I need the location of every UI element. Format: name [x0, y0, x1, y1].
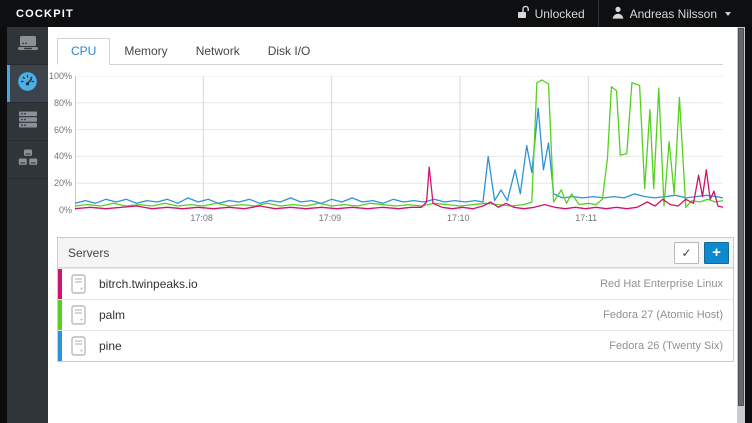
server-os-label: Red Hat Enterprise Linux — [600, 278, 723, 290]
unlock-icon — [517, 5, 529, 22]
y-tick-label: 60% — [54, 125, 72, 135]
tab-network[interactable]: Network — [182, 38, 254, 65]
x-tick-label: 17:09 — [319, 213, 342, 223]
server-name: pine — [99, 339, 122, 353]
scrollbar-thumb[interactable] — [738, 28, 744, 406]
server-color-bar — [58, 300, 62, 330]
plus-icon: + — [712, 245, 721, 260]
server-color-bar — [58, 269, 62, 299]
brand-title: COCKPIT — [16, 8, 74, 20]
sidebar-item-servers[interactable] — [7, 103, 48, 141]
x-axis-labels: 17:08 17:09 17:10 17:11 — [75, 213, 723, 226]
y-tick-label: 20% — [54, 178, 72, 188]
cpu-usage-chart: 0%20%40%60%80%100% 17:0817:0917:1017:11 — [57, 76, 723, 228]
x-tick-label: 17:11 — [575, 213, 597, 223]
x-tick-label: 17:10 — [447, 213, 470, 223]
server-color-bar — [58, 331, 62, 361]
vertical-scrollbar[interactable] — [737, 27, 745, 423]
sidebar-item-dashboard[interactable] — [7, 65, 48, 103]
cluster-icon — [18, 149, 38, 171]
server-icon — [71, 274, 86, 294]
edit-servers-button[interactable]: ✓ — [674, 242, 699, 264]
lock-status-button[interactable]: Unlocked — [504, 0, 598, 27]
chart-svg — [75, 76, 723, 210]
servers-panel: Servers ✓ + bitrch.twinpeaks.io Red Hat … — [57, 237, 734, 362]
dashboard-icon — [17, 71, 38, 97]
graph-tabs: CPU Memory Network Disk I/O — [57, 38, 723, 65]
y-tick-label: 40% — [54, 151, 72, 161]
chart-plot-area — [75, 76, 723, 210]
server-name: bitrch.twinpeaks.io — [99, 277, 198, 291]
y-tick-label: 100% — [49, 71, 72, 81]
tab-disk-io[interactable]: Disk I/O — [254, 38, 325, 65]
tab-memory[interactable]: Memory — [110, 38, 181, 65]
y-axis-labels: 0%20%40%60%80%100% — [57, 76, 75, 210]
server-os-label: Fedora 27 (Atomic Host) — [603, 309, 723, 321]
servers-panel-title: Servers — [68, 246, 109, 260]
caret-down-icon — [725, 12, 731, 16]
topbar: COCKPIT Unlocked Andreas Nilsson — [0, 0, 752, 27]
window-right-edge — [745, 27, 752, 423]
sidebar — [7, 27, 48, 423]
server-row-pine[interactable]: pine Fedora 26 (Twenty Six) — [58, 330, 733, 361]
server-os-label: Fedora 26 (Twenty Six) — [609, 340, 723, 352]
host-icon — [17, 35, 39, 56]
window-left-edge — [0, 27, 7, 423]
y-tick-label: 0% — [59, 205, 72, 215]
servers-panel-header: Servers ✓ + — [58, 238, 733, 268]
sidebar-item-host[interactable] — [7, 27, 48, 65]
series-pine — [75, 108, 723, 203]
add-server-button[interactable]: + — [704, 242, 729, 264]
user-icon — [612, 6, 624, 22]
server-icon — [71, 336, 86, 356]
server-row-bitrch[interactable]: bitrch.twinpeaks.io Red Hat Enterprise L… — [58, 268, 733, 299]
check-icon: ✓ — [681, 246, 691, 260]
user-menu-button[interactable]: Andreas Nilsson — [599, 0, 744, 27]
x-tick-label: 17:08 — [190, 213, 213, 223]
server-name: palm — [99, 308, 125, 322]
tab-cpu[interactable]: CPU — [57, 38, 110, 65]
y-tick-label: 80% — [54, 98, 72, 108]
sidebar-item-cluster[interactable] — [7, 141, 48, 179]
server-row-palm[interactable]: palm Fedora 27 (Atomic Host) — [58, 299, 733, 330]
rack-servers-icon — [18, 111, 38, 133]
dashboard-page: CPU Memory Network Disk I/O 0% 20% 40% 60% 8… — [48, 27, 737, 423]
series-palm — [75, 80, 723, 207]
lock-status-label: Unlocked — [535, 7, 585, 21]
server-icon — [71, 305, 86, 325]
series-bitrch.twinpeaks.io — [75, 167, 723, 209]
user-name-label: Andreas Nilsson — [630, 7, 717, 21]
